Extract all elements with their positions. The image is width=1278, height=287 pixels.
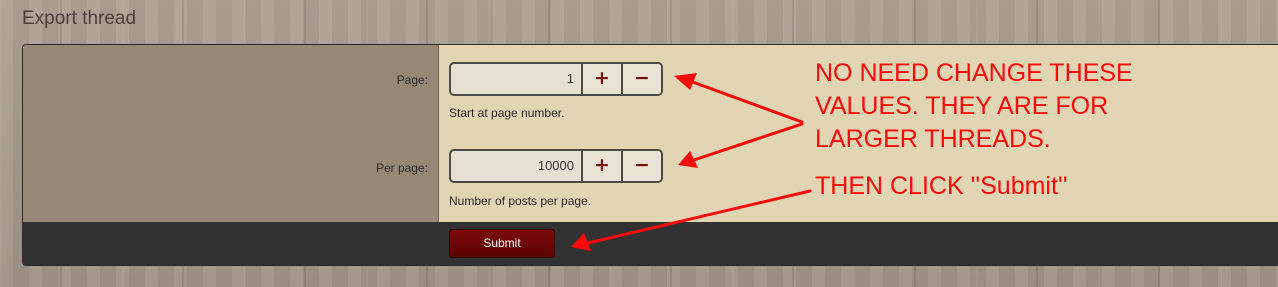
arrow-to-per-page-stepper: [692, 122, 804, 162]
annotation-arrows: [571, 73, 812, 251]
arrow-to-submit-button: [586, 189, 812, 245]
arrow-to-page-stepper: [688, 79, 804, 124]
